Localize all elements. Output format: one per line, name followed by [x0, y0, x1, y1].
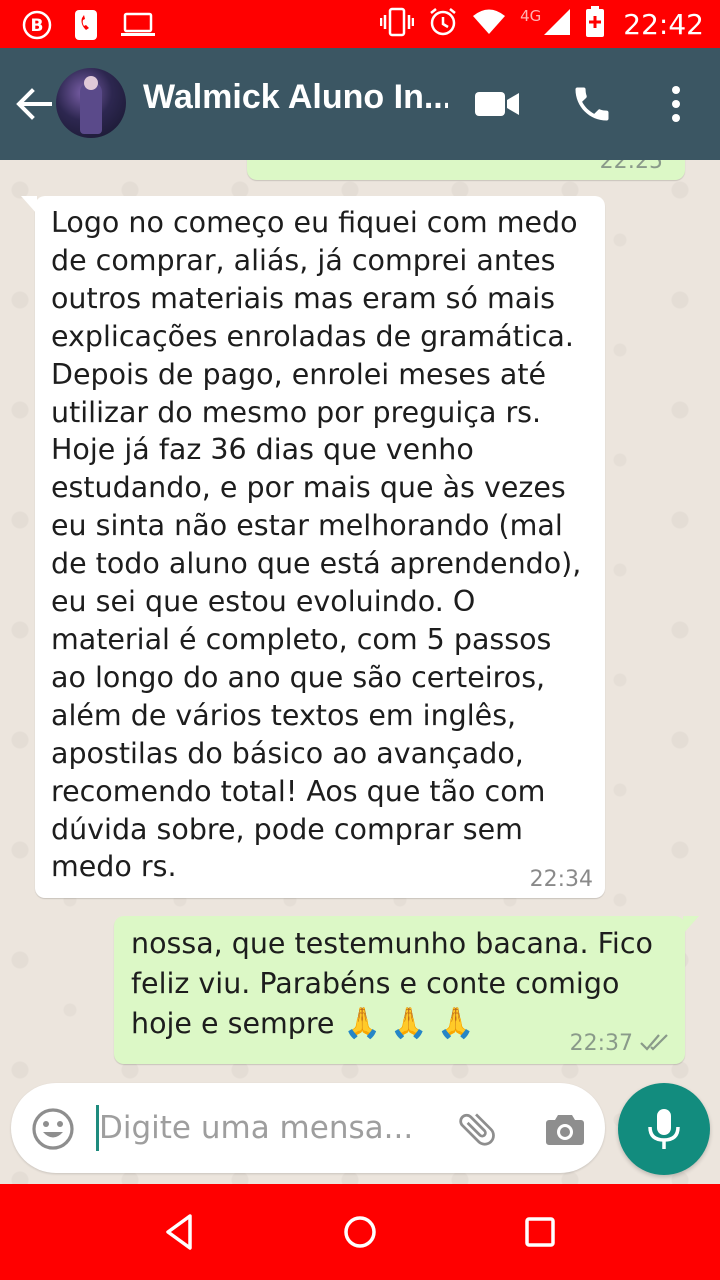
mic-icon: [648, 1109, 680, 1149]
nav-recents-icon[interactable]: [518, 1210, 562, 1254]
incoming-message-bubble[interactable]: Logo no começo eu fiquei com medo de com…: [21, 196, 605, 898]
svg-text:B: B: [31, 16, 44, 36]
status-bar: B 4G 22:42: [0, 0, 720, 48]
phone-call-icon[interactable]: [570, 82, 614, 126]
back-arrow-icon[interactable]: [12, 82, 56, 126]
battery-icon: [585, 6, 605, 42]
b-badge-icon: B: [22, 10, 52, 44]
chat-header: Walmick Aluno In...: [0, 48, 720, 160]
nav-home-icon[interactable]: [338, 1210, 382, 1254]
phone-notification-icon: [74, 9, 98, 45]
previous-message-bubble[interactable]: 22:25: [247, 160, 685, 180]
network-type-label: 4G: [520, 7, 542, 25]
avatar[interactable]: [56, 68, 126, 138]
wifi-icon: [472, 8, 506, 40]
praying-hands-emoji: 🙏 🙏 🙏: [343, 1006, 475, 1041]
alarm-icon: [428, 7, 458, 41]
camera-icon[interactable]: [543, 1107, 587, 1151]
cell-signal-icon: [543, 8, 571, 40]
mic-button[interactable]: [618, 1083, 710, 1175]
message-time: 22:37: [569, 1031, 633, 1056]
laptop-icon: [120, 11, 156, 43]
message-meta: 22:37: [570, 1031, 671, 1056]
message-text: Logo no começo eu fiquei com medo de com…: [51, 206, 582, 884]
double-check-icon: [639, 1032, 671, 1056]
emoji-icon[interactable]: [31, 1107, 75, 1151]
message-time: 22:25: [599, 160, 663, 174]
more-vert-icon[interactable]: [664, 82, 688, 126]
chat-area[interactable]: 22:25 Logo no começo eu fiquei com medo …: [0, 160, 720, 1184]
message-input[interactable]: [99, 1105, 429, 1151]
avatar-head: [84, 76, 98, 90]
vibrate-icon: [379, 7, 415, 41]
message-composer: [11, 1083, 605, 1173]
system-nav-bar: [0, 1184, 720, 1280]
status-time: 22:42: [623, 7, 704, 41]
video-call-icon[interactable]: [474, 86, 520, 122]
message-text-wrapper: nossa, que testemunho bacana. Fico feliz…: [131, 924, 671, 1044]
outgoing-message-bubble[interactable]: nossa, que testemunho bacana. Fico feliz…: [114, 916, 699, 1064]
attach-icon[interactable]: [455, 1107, 499, 1151]
message-time: 22:34: [529, 867, 593, 892]
contact-name[interactable]: Walmick Aluno In...: [143, 78, 448, 117]
nav-back-icon[interactable]: [158, 1210, 202, 1254]
